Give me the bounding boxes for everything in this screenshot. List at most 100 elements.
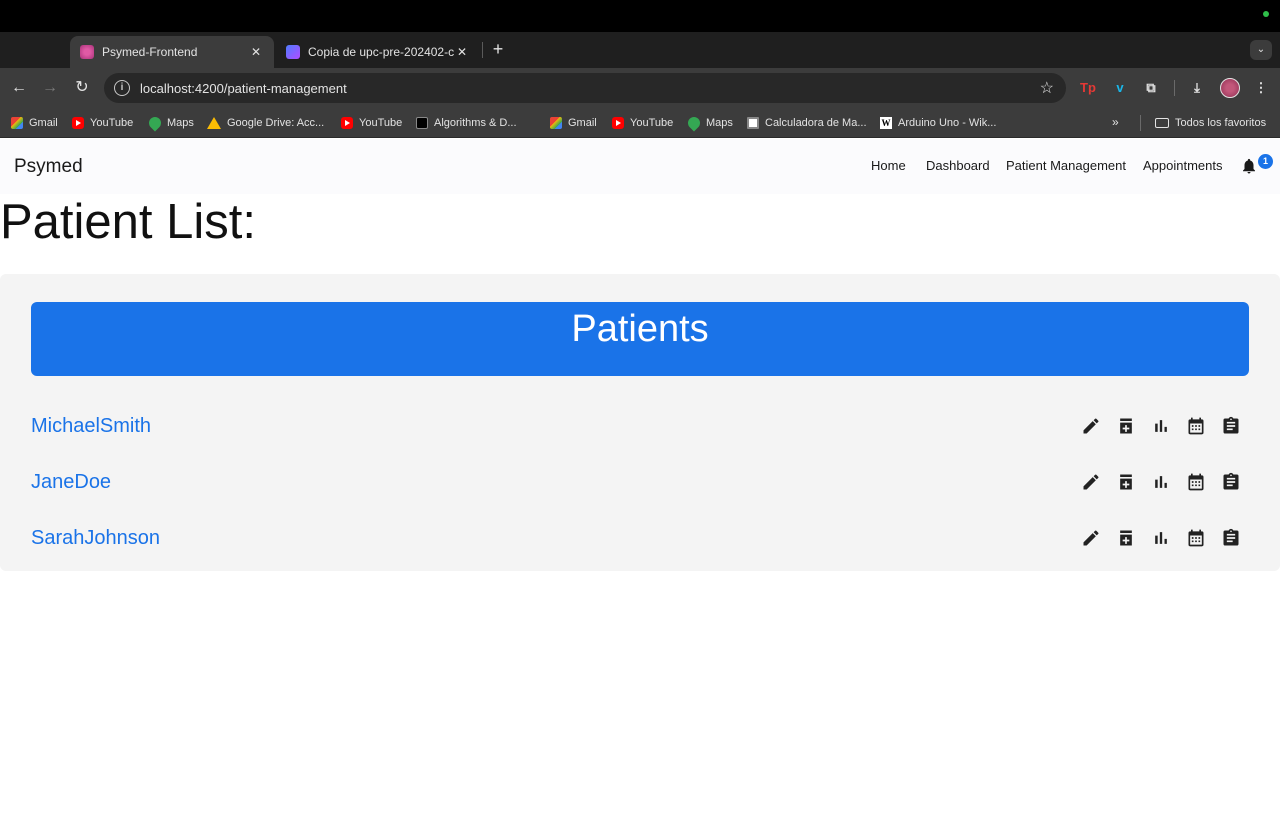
calculator-icon bbox=[747, 117, 759, 129]
bookmark-item[interactable]: Calculadora de Ma... bbox=[747, 115, 867, 131]
bar-chart-icon[interactable] bbox=[1151, 528, 1171, 548]
bookmark-item[interactable]: Gmail bbox=[550, 115, 597, 131]
angular-favicon-icon bbox=[80, 45, 94, 59]
bookmark-item[interactable]: W Arduino Uno - Wik... bbox=[880, 115, 996, 131]
maps-icon bbox=[146, 114, 164, 132]
system-top-bar bbox=[0, 0, 1280, 32]
gmail-icon bbox=[550, 117, 562, 129]
vimeo-extension-icon[interactable]: v bbox=[1110, 78, 1130, 98]
bookmark-item[interactable]: Gmail bbox=[11, 115, 58, 131]
bookmark-item[interactable]: YouTube bbox=[72, 115, 133, 131]
bookmark-label: Gmail bbox=[29, 117, 58, 129]
patient-name-link[interactable]: JaneDoe bbox=[31, 471, 111, 494]
browser-toolbar: ← → ↻ i localhost:4200/patient-managemen… bbox=[0, 68, 1280, 108]
close-tab-icon[interactable]: ✕ bbox=[454, 45, 470, 59]
tp-extension-icon[interactable]: Tp bbox=[1078, 78, 1098, 98]
bookmark-item[interactable]: Maps bbox=[146, 114, 194, 132]
toolbar-separator bbox=[1174, 80, 1175, 96]
reload-icon[interactable]: ↻ bbox=[70, 76, 94, 100]
profile-avatar[interactable] bbox=[1220, 78, 1240, 98]
youtube-icon bbox=[72, 117, 84, 129]
app-header: Psymed Home Dashboard Patient Management… bbox=[0, 139, 1280, 194]
edit-icon[interactable] bbox=[1081, 416, 1101, 436]
notification-badge: 1 bbox=[1258, 154, 1273, 169]
url-text[interactable]: localhost:4200/patient-management bbox=[140, 81, 347, 96]
bookmark-label: Google Drive: Acc... bbox=[227, 117, 325, 129]
forward-icon[interactable]: → bbox=[38, 76, 62, 100]
clipboard-icon[interactable] bbox=[1221, 528, 1241, 548]
edit-icon[interactable] bbox=[1081, 472, 1101, 492]
youtube-icon bbox=[341, 117, 353, 129]
address-bar[interactable]: i localhost:4200/patient-management ☆ bbox=[104, 73, 1066, 103]
calendar-icon[interactable] bbox=[1186, 472, 1206, 492]
edit-icon[interactable] bbox=[1081, 528, 1101, 548]
patient-name-link[interactable]: SarahJohnson bbox=[31, 527, 160, 550]
drive-icon bbox=[207, 117, 221, 129]
patient-row: MichaelSmith bbox=[31, 406, 1249, 446]
archive-add-icon[interactable] bbox=[1116, 472, 1136, 492]
bookmark-item[interactable]: Maps bbox=[685, 114, 733, 132]
back-icon[interactable]: ← bbox=[7, 76, 31, 100]
patient-row: JaneDoe bbox=[31, 462, 1249, 502]
bookmarks-overflow-icon[interactable]: » bbox=[1112, 115, 1119, 129]
notification-bell-icon[interactable] bbox=[1240, 156, 1258, 176]
archive-add-icon[interactable] bbox=[1116, 528, 1136, 548]
colab-favicon-icon bbox=[286, 45, 300, 59]
bookmark-item[interactable]: YouTube bbox=[612, 115, 673, 131]
gmail-icon bbox=[11, 117, 23, 129]
panel-header: Patients bbox=[31, 302, 1249, 376]
youtube-icon bbox=[612, 117, 624, 129]
browser-tab-psymed[interactable]: Psymed-Frontend ✕ bbox=[70, 36, 274, 68]
new-tab-button[interactable]: + bbox=[488, 38, 508, 60]
algorithms-icon bbox=[416, 117, 428, 129]
all-bookmarks-folder[interactable]: Todos los favoritos bbox=[1140, 115, 1266, 131]
bar-chart-icon[interactable] bbox=[1151, 416, 1171, 436]
maps-icon bbox=[685, 114, 703, 132]
bookmarks-bar: Gmail YouTube Maps Google Drive: Acc... … bbox=[0, 108, 1280, 138]
bookmark-item[interactable]: Algorithms & D... bbox=[416, 115, 517, 131]
bookmark-label: YouTube bbox=[630, 117, 674, 129]
archive-add-icon[interactable] bbox=[1116, 416, 1136, 436]
calendar-icon[interactable] bbox=[1186, 528, 1206, 548]
bookmark-label: YouTube bbox=[90, 117, 134, 129]
bookmark-label: Maps bbox=[706, 117, 733, 129]
status-indicator bbox=[1263, 11, 1269, 17]
bookmark-label: Algorithms & D... bbox=[434, 117, 517, 129]
tab-title: Copia de upc-pre-202402-cc bbox=[308, 45, 454, 59]
bookmark-label: Arduino Uno - Wik... bbox=[898, 117, 997, 129]
folder-icon bbox=[1155, 118, 1169, 128]
nav-home[interactable]: Home bbox=[871, 158, 906, 173]
patient-row: SarahJohnson bbox=[31, 518, 1249, 558]
patient-name-link[interactable]: MichaelSmith bbox=[31, 415, 151, 438]
extensions-puzzle-icon[interactable]: ⧉ bbox=[1141, 78, 1161, 98]
row-actions bbox=[1066, 472, 1241, 492]
bookmark-label: YouTube bbox=[359, 117, 403, 129]
bookmark-star-icon[interactable]: ☆ bbox=[1040, 78, 1054, 98]
bookmark-label: Gmail bbox=[568, 117, 597, 129]
bookmark-item[interactable]: YouTube bbox=[341, 115, 402, 131]
clipboard-icon[interactable] bbox=[1221, 472, 1241, 492]
app-brand[interactable]: Psymed bbox=[14, 156, 83, 178]
nav-patient-management[interactable]: Patient Management bbox=[1006, 158, 1126, 173]
page-title: Patient List: bbox=[0, 195, 257, 249]
nav-appointments[interactable]: Appointments bbox=[1143, 158, 1223, 173]
download-icon[interactable]: ⤓ bbox=[1187, 78, 1207, 98]
row-actions bbox=[1066, 416, 1241, 436]
browser-tab-strip: Psymed-Frontend ✕ Copia de upc-pre-20240… bbox=[0, 32, 1280, 68]
calendar-icon[interactable] bbox=[1186, 416, 1206, 436]
bar-chart-icon[interactable] bbox=[1151, 472, 1171, 492]
patient-list-panel: Patients MichaelSmith JaneDoe SarahJohns… bbox=[0, 274, 1280, 571]
browser-tab-copia[interactable]: Copia de upc-pre-202402-cc ✕ bbox=[276, 36, 480, 68]
row-actions bbox=[1066, 528, 1241, 548]
site-info-icon[interactable]: i bbox=[114, 80, 130, 96]
tab-title: Psymed-Frontend bbox=[102, 45, 198, 59]
bookmark-item[interactable]: Google Drive: Acc... bbox=[207, 115, 324, 131]
bookmark-label: Calculadora de Ma... bbox=[765, 117, 867, 129]
bookmark-label: Todos los favoritos bbox=[1175, 117, 1267, 129]
clipboard-icon[interactable] bbox=[1221, 416, 1241, 436]
tab-search-button[interactable]: ⌄ bbox=[1250, 40, 1272, 60]
close-tab-icon[interactable]: ✕ bbox=[248, 45, 264, 59]
wikipedia-icon: W bbox=[880, 117, 892, 129]
nav-dashboard[interactable]: Dashboard bbox=[926, 158, 990, 173]
menu-kebab-icon[interactable]: ⋮ bbox=[1251, 78, 1271, 98]
